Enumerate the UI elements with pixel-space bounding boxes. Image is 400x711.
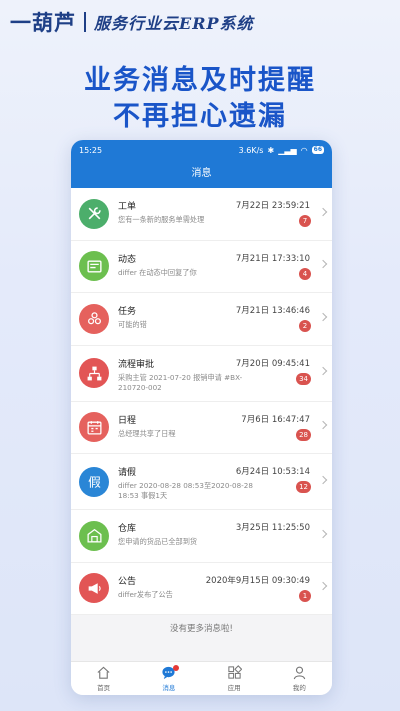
message-title: 任务 [118,307,137,317]
brand-divider [84,12,86,32]
unread-badge: 7 [299,215,311,227]
unread-badge: 34 [296,372,311,385]
tools-icon [88,207,101,220]
tab-home[interactable]: 首页 [71,662,136,695]
message-title: 工单 [118,202,137,212]
headline-line-1: 业务消息及时提醒 [84,65,316,96]
leave-icon: 假 [88,475,101,490]
message-preview: differ发布了公告 [118,589,173,599]
tab-profile[interactable]: 我的 [267,662,332,695]
nav-title: 消息 [71,160,332,188]
message-title: 流程审批 [118,359,155,370]
message-time: 3月25日 11:25:50 [235,523,310,533]
signal-icon: ▁▃▅ [278,145,297,155]
message-time: 7月21日 17:33:10 [235,253,310,264]
message-row-6[interactable]: 仓库 3月25日 11:25:50 您申请的货品已全部到货 [71,510,332,563]
message-row-5[interactable]: 假 请假 6月24日 10:53:14 differ 2020-08-28 08:53… [71,454,332,510]
message-preview: differ 在动态中回复了你 [118,267,197,277]
message-preview: 采购主管 2021-07-20 报销申请 #BX-210720-002 [118,372,243,392]
message-time: 7月20日 09:45:41 [235,358,310,369]
svg-text:假: 假 [88,475,101,490]
message-row-0[interactable]: 工单 7月22日 23:59:21 您有一条新的服务单需处理 7 [71,188,332,241]
message-title: 动态 [118,254,137,265]
message-row-7[interactable]: 公告 2020年9月15日 09:30:49 differ发布了公告 1 [71,563,332,615]
message-preview: 您有一条新的服务单需处理 [118,215,205,224]
notice-icon [88,582,101,594]
message-avatar [79,412,109,443]
user-icon [293,666,306,680]
message-preview: 可能的错 [118,320,147,329]
warehouse-icon [86,529,102,543]
unread-badge: 4 [299,267,311,280]
message-avatar [79,303,109,334]
message-time: 7月21日 13:46:46 [235,306,310,316]
message-avatar: 假 [79,466,109,497]
message-list: 工单 7月22日 23:59:21 您有一条新的服务单需处理 7 动态 7月21日 17:… [71,188,332,615]
wifi-icon: ◠ [300,145,308,155]
message-title: 请假 [118,468,137,478]
apps-icon [227,665,242,679]
message-time: 7月6日 16:47:47 [241,414,310,425]
brand-subtitle: 服务行业云ERP系统 [94,14,254,33]
brand-logo: 一葫芦 [10,10,76,35]
message-preview: differ 2020-08-28 08:53至2020-08-28 18:53… [118,481,253,500]
brand-header: 一葫芦 服务行业云ERP系统 [0,0,400,44]
no-more-text: 没有更多消息啦! [170,624,233,634]
unread-badge: 28 [296,428,311,441]
tab-apps[interactable]: 应用 [202,662,267,695]
message-row-2[interactable]: 任务 7月21日 13:46:46 可能的错 2 [71,293,332,346]
message-row-1[interactable]: 动态 7月21日 17:33:10 differ 在动态中回复了你 4 [71,241,332,293]
message-title: 公告 [118,576,137,587]
home-icon [97,666,110,679]
message-preview: 您申请的货品已全部到货 [118,537,198,546]
task-icon [87,312,101,325]
flow-icon [87,366,101,380]
unread-dot [172,665,179,671]
status-time: 15:25 [79,145,103,155]
message-avatar [79,520,109,551]
battery-icon: 66 [311,146,324,154]
message-time: 2020年9月15日 09:30:49 [205,575,310,586]
unread-badge: 1 [299,589,311,602]
unread-badge: 2 [299,320,311,332]
tab-messages[interactable]: 消息 [136,662,201,695]
calendar-icon [86,420,102,435]
message-avatar [79,251,109,282]
unread-badge: 12 [296,481,311,493]
network-speed: 3.6K/s [238,145,264,155]
message-time: 6月24日 10:53:14 [235,467,310,477]
headline-line-2: 不再担心遗漏 [113,101,287,132]
phone-screen: 15:25 3.6K/s ✱ ▁▃▅ ◠ 66 消息 工单 7月22日 23:59… [71,140,332,695]
bluetooth-icon: ✱ [267,145,275,155]
message-row-3[interactable]: 流程审批 7月20日 09:45:41 采购主管 2021-07-20 报销申请 #… [71,346,332,402]
status-bar: 15:25 3.6K/s ✱ ▁▃▅ ◠ 66 [71,140,332,160]
message-title: 仓库 [118,524,137,534]
message-preview: 总经理共享了日程 [118,428,176,438]
news-icon [86,260,102,273]
message-avatar [79,198,109,229]
message-avatar [79,573,109,604]
tab-bar: 首页 消息 应用 我的 [71,661,332,695]
message-time: 7月22日 23:59:21 [235,201,310,211]
message-avatar [79,358,109,388]
message-row-4[interactable]: 日程 7月6日 16:47:47 总经理共享了日程 28 [71,402,332,454]
message-title: 日程 [118,415,137,426]
